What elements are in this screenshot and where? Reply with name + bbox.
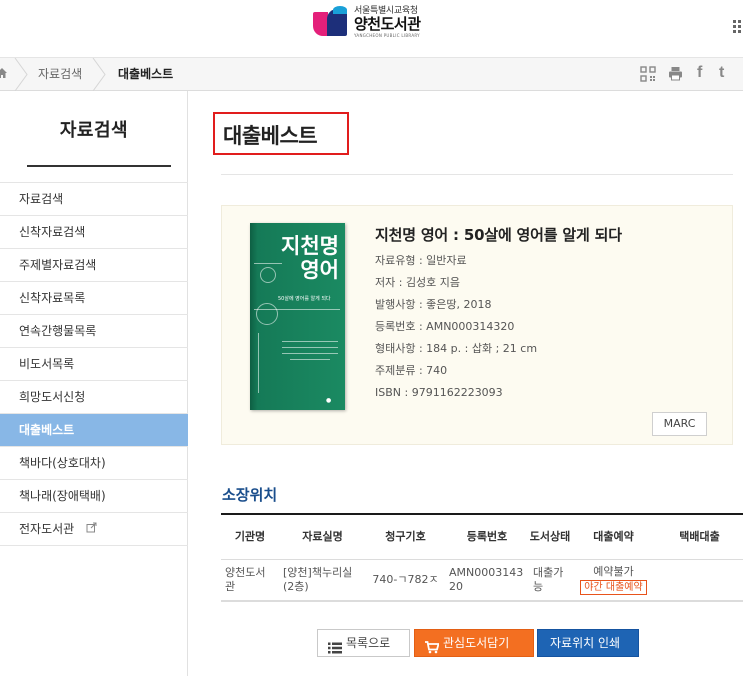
column-header: 도서상태	[529, 514, 571, 560]
grid-menu-icon[interactable]	[733, 20, 743, 33]
sidebar-item-ebook[interactable]: 전자도서관	[0, 513, 188, 546]
column-header: 기관명	[221, 514, 279, 560]
chevron-right-icon	[92, 57, 106, 92]
cell-room: [양천]책누리실(2층)	[279, 559, 366, 602]
cover-subtitle: 50살에 영어를 알게 되다	[278, 296, 331, 302]
marc-button[interactable]: MARC	[652, 412, 707, 436]
sidebar-title: 자료검색	[59, 120, 129, 141]
sidebar-item-disability-delivery[interactable]: 책나래(장애택배)	[0, 480, 188, 513]
breadcrumb-item-current[interactable]: 대출베스트	[118, 58, 173, 91]
logo-english: YANGCHEON PUBLIC LIBRARY	[354, 32, 420, 38]
sidebar-item-new-search[interactable]: 신착자료검색	[0, 216, 188, 249]
sidebar-item-nonbook[interactable]: 비도서목록	[0, 348, 188, 381]
sidebar: 자료검색 자료검색 신착자료검색 주제별자료검색 신착자료목록 연속간행물목록 …	[0, 91, 188, 676]
site-header: 서울특별시교육청 양천도서관 YANGCHEON PUBLIC LIBRARY	[0, 0, 743, 57]
book-cover-image[interactable]: 지천명 영어 50살에 영어를 알게 되다 ●	[250, 223, 345, 410]
library-logo[interactable]: 서울특별시교육청 양천도서관 YANGCHEON PUBLIC LIBRARY	[313, 6, 421, 38]
sidebar-item-label: 전자도서관	[19, 522, 75, 536]
holdings-table: 기관명 자료실명 청구기호 등록번호 도서상태 대출예약 택배대출 양천도서관 …	[221, 513, 743, 602]
logo-mark-icon	[313, 6, 349, 38]
print-location-button[interactable]: 자료위치 인쇄	[537, 629, 639, 657]
page-title-highlight: 대출베스트	[213, 112, 349, 155]
cell-status: 대출가능	[529, 559, 571, 602]
home-icon[interactable]	[0, 67, 8, 82]
meta-author: 저자 : 김성호 지음	[375, 276, 461, 289]
column-header: 자료실명	[279, 514, 366, 560]
table-row: 양천도서관 [양천]책누리실(2층) 740-ㄱ782ㅈ AMN00031432…	[221, 559, 743, 602]
cell-institution: 양천도서관	[221, 559, 279, 602]
cell-delivery	[656, 559, 743, 602]
cell-registration-number[interactable]: AMN000314320	[445, 559, 529, 602]
column-header: 청구기호	[366, 514, 445, 560]
print-icon[interactable]	[668, 66, 683, 84]
chevron-right-icon	[14, 57, 28, 92]
table-header-row: 기관명 자료실명 청구기호 등록번호 도서상태 대출예약 택배대출	[221, 514, 743, 560]
sidebar-item-search[interactable]: 자료검색	[0, 183, 188, 216]
sidebar-item-serials[interactable]: 연속간행물목록	[0, 315, 188, 348]
meta-subject: 주제분류 : 740	[375, 364, 448, 377]
breadcrumb: 자료검색 대출베스트 f t	[0, 57, 743, 92]
book-info: 지천명 영어 : 50살에 영어를 알게 되다 자료유형 : 일반자료 저자 :…	[375, 224, 622, 404]
meta-physical: 형태사항 : 184 p. : 삽화 ; 21 cm	[375, 342, 538, 355]
book-title[interactable]: 지천명 영어 : 50살에 영어를 알게 되다	[375, 224, 622, 245]
column-header: 등록번호	[445, 514, 529, 560]
sidebar-item-interlibrary[interactable]: 책바다(상호대차)	[0, 447, 188, 480]
column-header: 택배대출	[656, 514, 743, 560]
cover-title: 지천명 영어	[281, 233, 339, 282]
sidebar-item-wish-request[interactable]: 희망도서신청	[0, 381, 188, 414]
meta-material-type: 자료유형 : 일반자료	[375, 254, 467, 267]
meta-publication: 발행사항 : 좋은땅, 2018	[375, 298, 492, 311]
back-to-list-label: 목록으로	[346, 636, 391, 650]
meta-registration-no: 등록번호 : AMN000314320	[375, 320, 515, 333]
main-content: 대출베스트 지천명 영어 50살에 영어를 알게 되다 ● 지천명 영어 : 5…	[189, 91, 743, 676]
meta-isbn: ISBN : 9791162223093	[375, 386, 503, 399]
back-to-list-button[interactable]: 목록으로	[317, 629, 410, 657]
sidebar-title-divider	[27, 165, 171, 167]
title-divider	[221, 174, 733, 175]
list-icon	[328, 637, 342, 654]
add-to-favorites-button[interactable]: 관심도서담기	[414, 629, 534, 657]
cart-icon	[425, 637, 440, 654]
reservation-status: 예약불가	[593, 564, 634, 578]
sidebar-item-subject-search[interactable]: 주제별자료검색	[0, 249, 188, 282]
night-loan-reserve-button[interactable]: 야간 대출예약	[580, 579, 647, 595]
sidebar-item-new-list[interactable]: 신착자료목록	[0, 282, 188, 315]
book-detail-card: 지천명 영어 50살에 영어를 알게 되다 ● 지천명 영어 : 50살에 영어…	[221, 205, 733, 445]
external-link-icon	[86, 513, 97, 546]
logo-title: 양천도서관	[354, 14, 421, 33]
book-meta-list: 자료유형 : 일반자료 저자 : 김성호 지음 발행사항 : 좋은땅, 2018…	[375, 250, 622, 404]
sidebar-item-loan-best[interactable]: 대출베스트	[0, 414, 188, 447]
twitter-icon[interactable]: t	[719, 64, 724, 82]
column-header: 대출예약	[571, 514, 656, 560]
page-title: 대출베스트	[223, 124, 318, 148]
facebook-icon[interactable]: f	[697, 64, 702, 82]
sidebar-menu: 자료검색 신착자료검색 주제별자료검색 신착자료목록 연속간행물목록 비도서목록…	[0, 182, 188, 546]
holdings-heading: 소장위치	[222, 486, 278, 504]
cell-reservation: 예약불가 야간 대출예약	[571, 559, 656, 602]
qr-code-icon[interactable]	[640, 66, 656, 84]
add-to-favorites-label: 관심도서담기	[443, 636, 510, 650]
breadcrumb-item-search[interactable]: 자료검색	[38, 58, 82, 91]
cell-call-number: 740-ㄱ782ㅈ	[366, 559, 445, 602]
